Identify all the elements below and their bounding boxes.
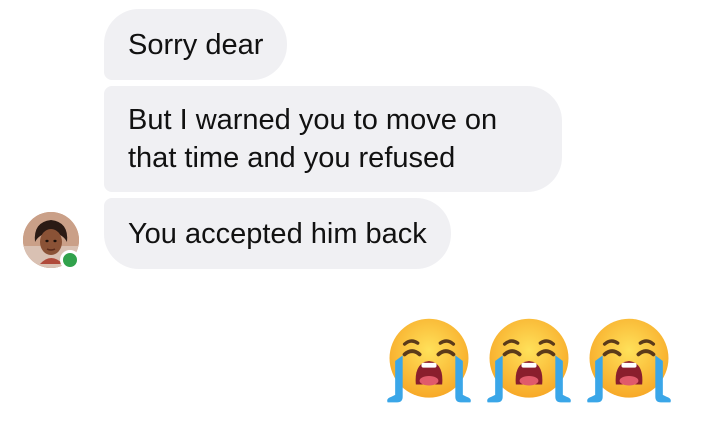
outgoing-emoji-message[interactable] [382, 314, 676, 408]
incoming-message-bubble[interactable]: But I warned you to move on that time an… [104, 86, 562, 192]
message-text: But I warned you to move on that time an… [128, 104, 498, 174]
loudly-crying-face-icon [387, 318, 471, 403]
incoming-message-bubble[interactable]: Sorry dear [104, 9, 288, 80]
incoming-message-bubble[interactable]: You accepted him back [104, 198, 451, 269]
message-text: Sorry dear [128, 28, 264, 61]
chat-thread: Sorry dear But I warned you to move on t… [0, 0, 720, 445]
loudly-crying-face-icon [487, 318, 571, 403]
loudly-crying-face-icon [587, 318, 671, 403]
online-status-dot [60, 250, 80, 270]
message-text: You accepted him back [128, 217, 427, 250]
